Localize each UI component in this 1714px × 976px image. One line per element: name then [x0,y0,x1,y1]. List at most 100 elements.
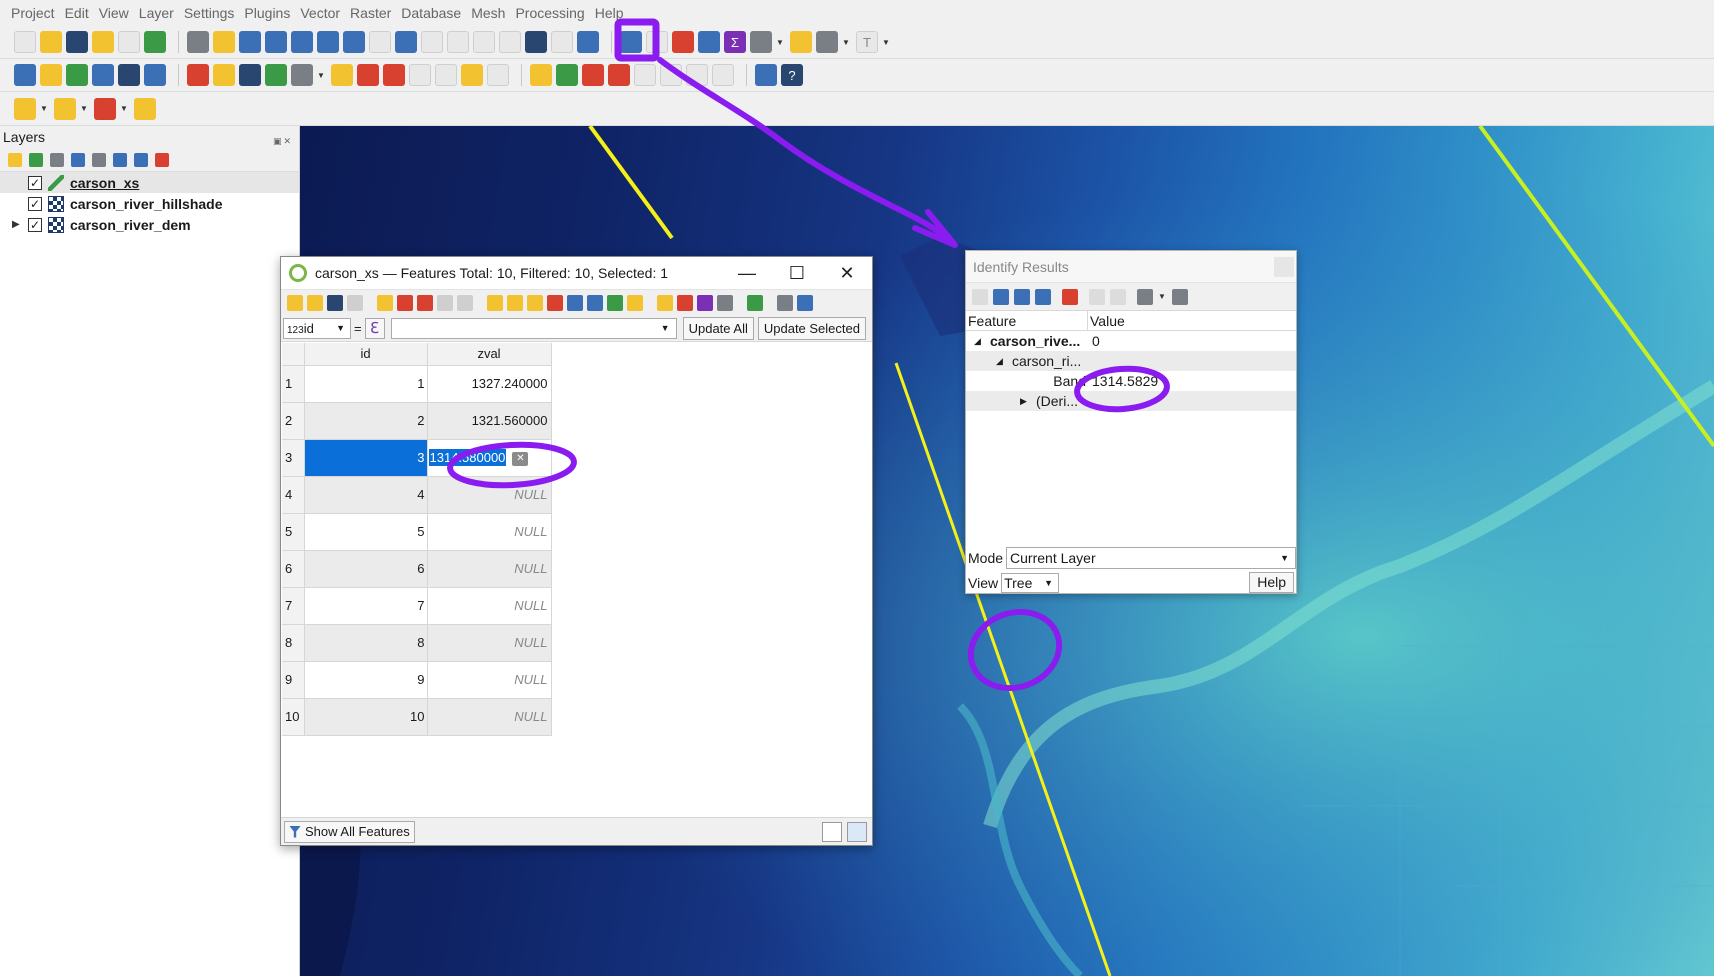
delete-field-icon[interactable] [677,294,693,311]
row-number[interactable]: 5 [282,513,305,551]
invert-selection-icon[interactable] [527,294,543,311]
expand-all-icon[interactable] [113,152,127,167]
deselect-features-icon[interactable] [94,97,116,120]
print-layout-icon[interactable] [118,31,140,53]
chevron-down-icon[interactable]: ▼ [120,104,128,113]
table-row[interactable]: 10 10 NULL [282,698,552,736]
table-row[interactable]: 6 6 NULL [282,550,552,588]
python-console-icon[interactable] [755,64,777,86]
zoom-native-icon[interactable] [369,31,391,53]
add-feature-icon[interactable] [377,294,393,311]
expression-builder-button[interactable]: ℇ [364,317,385,339]
chevron-down-icon[interactable]: ▼ [842,38,850,47]
toggle-editing-icon[interactable] [287,294,303,311]
zval-cell[interactable]: 1327.240000 [427,365,552,403]
id-cell[interactable]: 8 [304,624,428,662]
filter-expression-icon[interactable] [92,152,106,167]
table-row[interactable]: 1 1 1327.240000 [282,365,552,403]
expand-new-results-icon[interactable] [1035,288,1051,305]
row-number[interactable]: 6 [282,550,305,588]
id-cell[interactable]: 6 [304,550,428,588]
id-cell[interactable]: 4 [304,476,428,514]
zoom-last-icon[interactable] [395,31,417,53]
cut-icon[interactable] [417,294,433,311]
modify-attributes-icon[interactable] [331,64,353,86]
menu-plugins[interactable]: Plugins [239,0,295,26]
menu-vector[interactable]: Vector [295,0,345,26]
identify-results-titlebar[interactable]: Identify Results [966,251,1296,283]
zoom-in-icon[interactable] [239,31,261,53]
new-field-icon[interactable] [657,294,673,311]
temporal-controller-icon[interactable] [551,31,573,53]
refresh-icon[interactable] [577,31,599,53]
row-number[interactable]: 10 [282,698,305,736]
expand-tree-icon[interactable] [993,288,1009,305]
move-selection-top-icon[interactable] [587,294,603,311]
menu-help[interactable]: Help [590,0,629,26]
zval-cell[interactable]: NULL [427,513,552,551]
sigma-icon[interactable]: Σ [724,31,746,53]
search-icon[interactable] [816,31,838,53]
bookmark-icon[interactable] [499,31,521,53]
print-response-icon[interactable] [1110,288,1126,305]
row-number[interactable]: 8 [282,624,305,662]
update-all-button[interactable]: Update All [682,316,754,340]
tree-item-layer[interactable]: ◢ carson_rive... 0 [966,331,1296,351]
feature-column-header[interactable]: Feature [966,311,1088,330]
table-row-selected[interactable]: 3 3 1314.580000 ✕ [282,439,552,477]
field-calculator-icon[interactable] [717,294,733,311]
zval-cell[interactable]: NULL [427,476,552,514]
zval-cell[interactable]: NULL [427,698,552,736]
delete-selected-icon[interactable] [357,64,379,86]
close-icon[interactable] [1274,257,1294,277]
minimize-button[interactable]: — [722,257,772,289]
organize-columns-icon[interactable] [697,294,713,311]
expand-arrow-icon[interactable]: ▶ [12,219,28,230]
zval-edit-input[interactable]: 1314.580000 [428,449,507,466]
add-group-icon[interactable] [29,152,43,167]
menu-database[interactable]: Database [396,0,466,26]
zval-cell[interactable]: NULL [427,550,552,588]
id-cell[interactable]: 10 [304,698,428,736]
highlight-pin-icon[interactable] [582,64,604,86]
table-row[interactable]: 9 9 NULL [282,661,552,699]
chevron-down-icon[interactable]: ▼ [317,71,325,80]
menu-layer[interactable]: Layer [134,0,179,26]
menu-raster[interactable]: Raster [345,0,396,26]
show-bookmarks-icon[interactable] [525,31,547,53]
data-source-manager-icon[interactable] [14,64,36,86]
layer-visibility-checkbox[interactable]: ✓ [28,196,42,211]
identify-features-icon[interactable] [620,31,642,53]
menu-view[interactable]: View [94,0,134,26]
select-by-value-icon[interactable] [54,97,76,120]
chevron-down-icon[interactable]: ▼ [776,38,784,47]
help-button[interactable]: Help [1249,572,1294,593]
table-row[interactable]: 5 5 NULL [282,513,552,551]
add-delimited-icon[interactable] [118,64,140,86]
expression-input[interactable]: ▼ [390,317,677,339]
form-view-toggle[interactable] [822,822,842,842]
multi-edit-icon[interactable] [307,294,323,311]
id-cell[interactable]: 7 [304,587,428,625]
update-selected-button[interactable]: Update Selected [757,316,866,340]
collapse-arrow-icon[interactable]: ◢ [974,331,981,351]
tree-item-derived[interactable]: ▶ (Deri... [966,391,1296,411]
rotate-label-icon[interactable] [660,64,682,86]
menu-mesh[interactable]: Mesh [466,0,510,26]
label-properties-icon[interactable] [712,64,734,86]
expand-arrow-icon[interactable]: ▶ [1020,391,1027,411]
vertex-tool-icon[interactable] [291,64,313,86]
conditional-formatting-icon[interactable] [747,294,763,311]
deselect-all-icon[interactable] [547,294,563,311]
close-button[interactable]: ✕ [822,257,872,289]
attribute-table-titlebar[interactable]: carson_xs — Features Total: 10, Filtered… [281,257,872,290]
dock-table-icon[interactable] [777,294,793,311]
id-cell[interactable]: 2 [304,402,428,440]
menu-processing[interactable]: Processing [510,0,589,26]
add-raster-icon[interactable] [92,64,114,86]
maximize-button[interactable]: ☐ [772,257,822,289]
collapse-all-icon[interactable] [134,152,148,167]
paste-features-icon[interactable] [435,64,457,86]
add-virtual-layer-icon[interactable] [144,64,166,86]
select-all-icon[interactable] [507,294,523,311]
